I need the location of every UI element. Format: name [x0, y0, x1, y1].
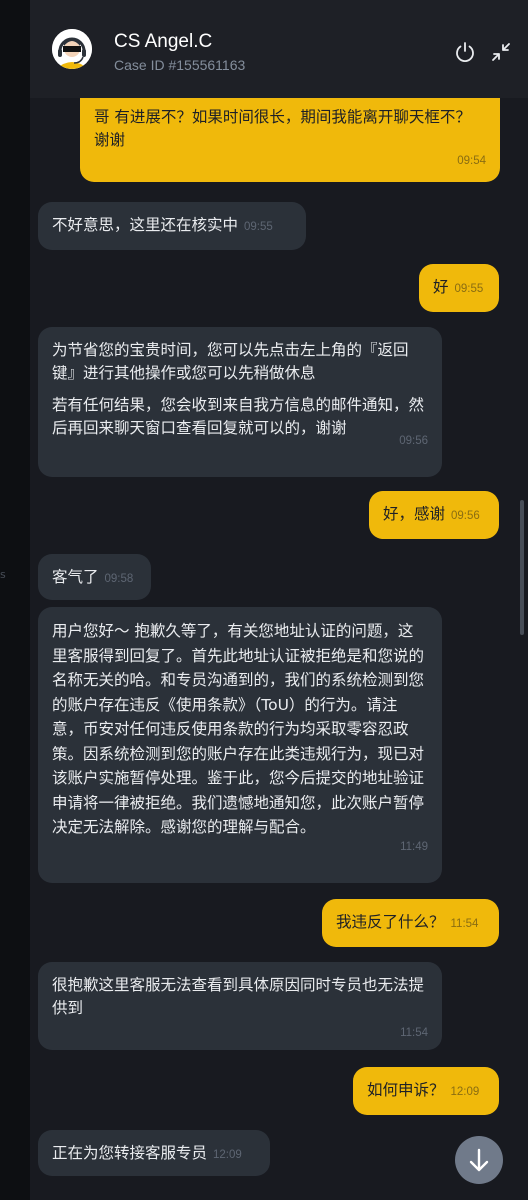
message-text: 如何申诉？	[367, 1081, 445, 1099]
agent-name: CS Angel.C	[114, 31, 213, 52]
agent-message: 不好意思，这里还在核实中 09:55	[38, 202, 306, 250]
message-time: 09:55	[244, 221, 273, 233]
message-text: 哥 有进展不？如果时间很长，期间我能离开聊天框不？谢谢	[94, 108, 471, 149]
message-time: 12:09	[450, 1086, 480, 1098]
agent-message: 正在为您转接客服专员 12:09	[38, 1130, 270, 1176]
message-time: 09:55	[454, 283, 484, 295]
user-message: 好 09:55	[419, 264, 499, 312]
message-text: 用户您好～ 抱歉久等了，有关您地址认证的问题，这里客服得到回复了。首先此地址认证…	[52, 622, 425, 836]
message-time: 09:56	[451, 510, 480, 522]
message-time: 09:54	[457, 155, 486, 167]
agent-message: 客气了 09:58	[38, 554, 151, 600]
user-message: 我违反了什么？ 11:54	[322, 899, 499, 947]
agent-avatar	[52, 29, 92, 69]
chat-panel: CS Angel.C Case ID #155561163 哥 有进展不？如果时…	[30, 0, 528, 1200]
user-message: 哥 有进展不？如果时间很长，期间我能离开聊天框不？谢谢 09:54	[80, 98, 500, 182]
minimize-button[interactable]	[489, 40, 513, 64]
arrow-down-icon	[469, 1148, 489, 1172]
power-icon	[456, 42, 474, 63]
agent-message: 用户您好～ 抱歉久等了，有关您地址认证的问题，这里客服得到回复了。首先此地址认证…	[38, 607, 442, 883]
message-text: 好，感谢	[383, 505, 446, 523]
edge-artifact: s	[0, 568, 6, 581]
case-id: Case ID #155561163	[114, 57, 246, 73]
message-time: 11:49	[400, 840, 428, 853]
message-time: 12:09	[213, 1149, 242, 1161]
user-message: 如何申诉？ 12:09	[353, 1067, 499, 1115]
message-text: 我违反了什么？	[336, 913, 445, 931]
message-text: 正在为您转接客服专员	[52, 1144, 208, 1162]
chat-header: CS Angel.C Case ID #155561163	[30, 0, 528, 98]
user-message: 好，感谢 09:56	[369, 491, 499, 539]
message-text: 好	[433, 278, 449, 296]
agent-message: 很抱歉这里客服无法查看到具体原因同时专员也无法提供到 11:54	[38, 962, 442, 1050]
end-chat-button[interactable]	[453, 40, 477, 64]
message-text: 客气了	[52, 568, 99, 586]
agent-avatar-icon	[52, 29, 92, 69]
agent-message: 为节省您的宝贵时间，您可以先点击左上角的『返回键』进行其他操作或您可以先稍做休息…	[38, 327, 442, 477]
message-time: 09:58	[104, 573, 134, 585]
message-text: 不好意思，这里还在核实中	[52, 216, 239, 234]
message-paragraph: 为节省您的宝贵时间，您可以先点击左上角的『返回键』进行其他操作或您可以先稍做休息	[52, 341, 409, 382]
message-time: 11:54	[450, 918, 479, 930]
collapse-icon	[492, 43, 510, 61]
scroll-to-bottom-button[interactable]	[455, 1136, 503, 1184]
message-time: 11:54	[400, 1027, 428, 1039]
message-text: 很抱歉这里客服无法查看到具体原因同时专员也无法提供到	[52, 976, 425, 1017]
scrollbar[interactable]	[520, 500, 524, 635]
